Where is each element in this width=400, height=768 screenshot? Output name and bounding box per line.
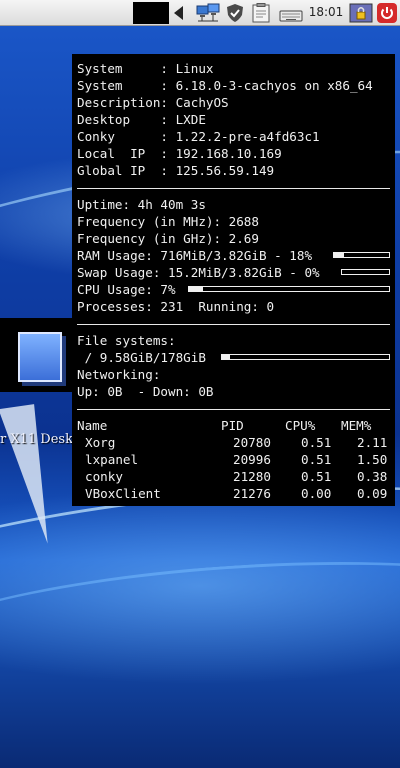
ram-usage-bar	[333, 252, 390, 258]
network-icon[interactable]	[196, 3, 220, 23]
process-mem: 2.11	[357, 435, 388, 450]
frequency-mhz-text: Frequency (in MHz): 2688	[77, 214, 259, 229]
process-name: Xorg	[85, 435, 116, 450]
power-icon[interactable]	[376, 3, 398, 23]
system-info-line: Global IP : 125.56.59.149	[77, 163, 275, 178]
clipboard-icon[interactable]	[252, 3, 270, 23]
process-pid: 21280	[233, 469, 271, 484]
uptime-text: Uptime: 4h 40m 3s	[77, 197, 206, 212]
cpu-usage-text: CPU Usage: 7%	[77, 282, 176, 297]
ram-usage-text: RAM Usage: 716MiB/3.82GiB - 18%	[77, 248, 313, 263]
process-mem: 0.38	[357, 469, 388, 484]
process-cpu: 0.00	[301, 486, 332, 501]
arrow-left-icon[interactable]	[172, 3, 184, 23]
divider	[77, 409, 390, 410]
process-name: lxpanel	[85, 452, 139, 467]
cpu-usage-bar	[188, 286, 390, 292]
system-info-line: System : Linux	[77, 61, 214, 76]
keyboard-icon[interactable]	[279, 3, 303, 23]
process-cpu: 0.51	[301, 452, 332, 467]
system-info-line: Desktop : LXDE	[77, 112, 206, 127]
shield-icon[interactable]	[225, 3, 245, 23]
process-mem: 1.50	[357, 452, 388, 467]
filesystem-root-bar	[221, 354, 390, 360]
taskbar: 18:01	[0, 0, 400, 26]
system-info-line: Local IP : 192.168.10.169	[77, 146, 282, 161]
divider	[77, 188, 390, 189]
processes-text: Processes: 231 Running: 0	[77, 299, 275, 314]
desktop-shortcut-label[interactable]: r X11 Desk	[0, 432, 72, 447]
divider	[77, 324, 390, 325]
system-info-line: Description: CachyOS	[77, 95, 229, 110]
frequency-ghz-text: Frequency (in GHz): 2.69	[77, 231, 259, 246]
swap-usage-bar	[341, 269, 390, 275]
swap-usage-text: Swap Usage: 15.2MiB/3.82GiB - 0%	[77, 265, 320, 280]
taskbar-window-button[interactable]	[133, 2, 169, 24]
desktop-shortcut-icon[interactable]	[0, 318, 72, 392]
system-info-line: Conky : 1.22.2-pre-a4fd63c1	[77, 129, 320, 144]
process-name: VBoxClient	[85, 486, 161, 501]
process-table-header-cpu: CPU%	[285, 418, 316, 433]
networking-text: Up: 0B - Down: 0B	[77, 384, 214, 399]
process-pid: 20780	[233, 435, 271, 450]
process-cpu: 0.51	[301, 469, 332, 484]
process-pid: 21276	[233, 486, 271, 501]
lock-screen-icon[interactable]	[349, 3, 373, 23]
ram-usage-bar-fill	[334, 253, 344, 257]
taskbar-clock[interactable]: 18:01	[306, 5, 346, 19]
filesystem-root-text: / 9.58GiB/178GiB	[77, 350, 206, 365]
process-pid: 20996	[233, 452, 271, 467]
process-name: conky	[85, 469, 123, 484]
process-table-header-mem: MEM%	[341, 418, 372, 433]
process-table-header-name: Name	[77, 418, 108, 433]
process-table-header-pid: PID	[221, 418, 244, 433]
filesystems-heading: File systems:	[77, 333, 176, 348]
process-mem: 0.09	[357, 486, 388, 501]
process-cpu: 0.51	[301, 435, 332, 450]
filesystem-root-bar-fill	[222, 355, 231, 359]
window-icon	[18, 332, 62, 382]
cpu-usage-bar-fill	[189, 287, 203, 291]
system-info-line: System : 6.18.0-3-cachyos on x86_64	[77, 78, 373, 93]
conky-monitor-panel: System : Linux System : 6.18.0-3-cachyos…	[72, 54, 395, 506]
networking-heading: Networking:	[77, 367, 161, 382]
